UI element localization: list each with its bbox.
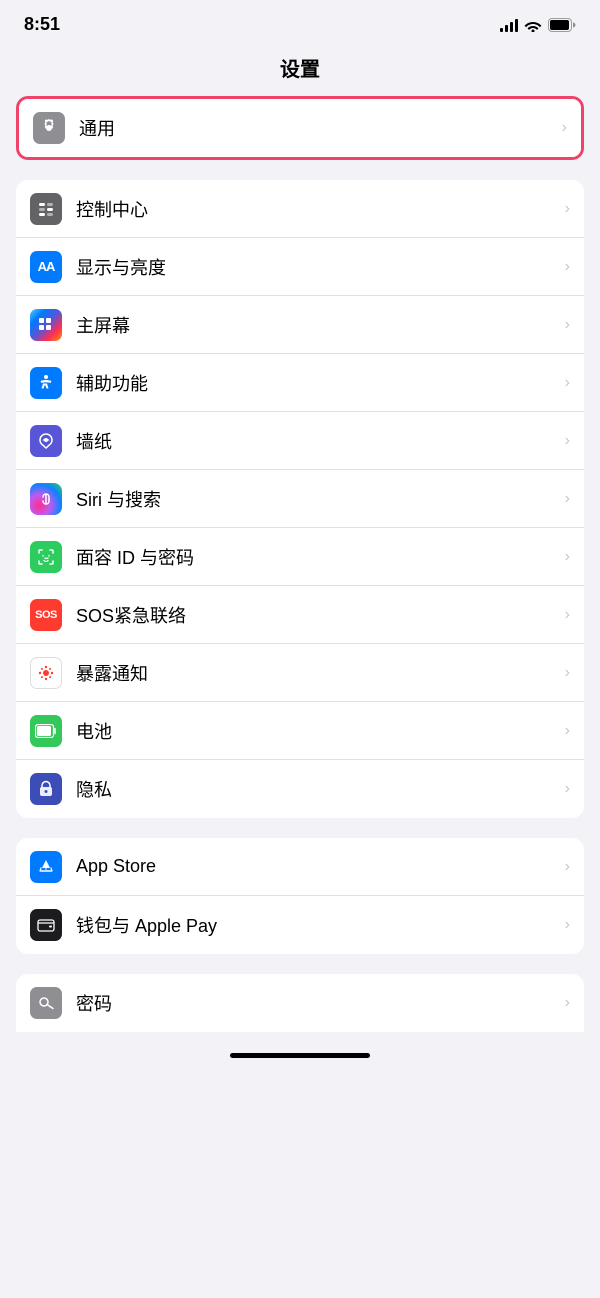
chevron-icon: › (565, 664, 570, 682)
sidebar-item-exposure[interactable]: 暴露通知 › (16, 644, 584, 702)
siri-icon (30, 483, 62, 515)
sidebar-item-general[interactable]: 通用 › (19, 99, 581, 157)
wallpaper-label: 墙纸 (76, 428, 557, 454)
battery-icon (30, 715, 62, 747)
home-screen-icon (30, 309, 62, 341)
exposure-icon (30, 657, 62, 689)
battery-icon (548, 18, 576, 32)
page-title: 设置 (0, 43, 600, 96)
gear-icon (33, 112, 65, 144)
toggles-icon (30, 193, 62, 225)
general-label: 通用 (79, 115, 554, 141)
control-center-label: 控制中心 (76, 196, 557, 222)
battery-label: 电池 (76, 718, 557, 744)
chevron-icon: › (565, 490, 570, 508)
status-time: 8:51 (24, 14, 60, 35)
chevron-icon: › (565, 258, 570, 276)
wallet-label: 钱包与 Apple Pay (76, 912, 557, 938)
passwords-label: 密码 (76, 990, 557, 1016)
accessibility-label: 辅助功能 (76, 370, 557, 396)
section-store: App Store › 钱包与 Apple Pay › (16, 838, 584, 954)
signal-icon (500, 18, 518, 32)
chevron-icon: › (565, 722, 570, 740)
wallet-icon (30, 909, 62, 941)
chevron-icon: › (565, 780, 570, 798)
face-id-icon (30, 541, 62, 573)
accessibility-icon (30, 367, 62, 399)
display-label: 显示与亮度 (76, 254, 557, 280)
privacy-label: 隐私 (76, 776, 557, 802)
app-store-label: App Store (76, 856, 557, 877)
chevron-icon: › (565, 858, 570, 876)
exposure-label: 暴露通知 (76, 660, 557, 686)
wallpaper-icon (30, 425, 62, 457)
privacy-icon (30, 773, 62, 805)
face-id-label: 面容 ID 与密码 (76, 544, 557, 570)
sidebar-item-face-id[interactable]: 面容 ID 与密码 › (16, 528, 584, 586)
section-system: 控制中心 › AA 显示与亮度 › 主屏幕 › 辅助功能 (16, 180, 584, 818)
sos-label: SOS紧急联络 (76, 602, 557, 628)
chevron-icon: › (565, 994, 570, 1012)
section-highlighted: 通用 › (16, 96, 584, 160)
chevron-icon: › (565, 548, 570, 566)
sos-icon: SOS (30, 599, 62, 631)
status-icons (500, 18, 576, 32)
chevron-icon: › (565, 374, 570, 392)
app-store-icon (30, 851, 62, 883)
chevron-icon: › (565, 606, 570, 624)
sidebar-item-privacy[interactable]: 隐私 › (16, 760, 584, 818)
sidebar-item-battery[interactable]: 电池 › (16, 702, 584, 760)
home-screen-label: 主屏幕 (76, 312, 557, 338)
chevron-icon: › (565, 200, 570, 218)
chevron-icon: › (565, 916, 570, 934)
sidebar-item-wallet[interactable]: 钱包与 Apple Pay › (16, 896, 584, 954)
sidebar-item-display[interactable]: AA 显示与亮度 › (16, 238, 584, 296)
status-bar: 8:51 (0, 0, 600, 43)
sidebar-item-sos[interactable]: SOS SOS紧急联络 › (16, 586, 584, 644)
sidebar-item-accessibility[interactable]: 辅助功能 › (16, 354, 584, 412)
section-passwords: 密码 › (16, 974, 584, 1032)
sidebar-item-siri[interactable]: Siri 与搜索 › (16, 470, 584, 528)
sidebar-item-passwords[interactable]: 密码 › (16, 974, 584, 1032)
sidebar-item-wallpaper[interactable]: 墙纸 › (16, 412, 584, 470)
display-icon: AA (30, 251, 62, 283)
chevron-icon: › (565, 316, 570, 334)
chevron-icon: › (565, 432, 570, 450)
sidebar-item-home-screen[interactable]: 主屏幕 › (16, 296, 584, 354)
wifi-icon (524, 18, 542, 32)
home-indicator (230, 1053, 370, 1058)
key-icon (30, 987, 62, 1019)
siri-label: Siri 与搜索 (76, 486, 557, 512)
sidebar-item-control-center[interactable]: 控制中心 › (16, 180, 584, 238)
sidebar-item-app-store[interactable]: App Store › (16, 838, 584, 896)
chevron-icon: › (562, 119, 567, 137)
